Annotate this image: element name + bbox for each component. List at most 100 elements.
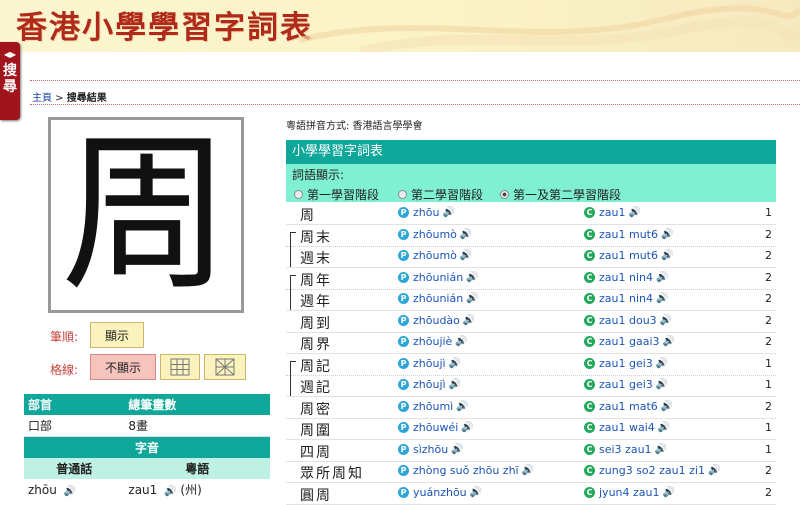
putonghua-reading[interactable]: zhōu 🔊 <box>24 479 124 500</box>
breadcrumb: 主頁 > 搜尋結果 <box>32 89 107 104</box>
pinyin-reading[interactable]: Pzhōujiè 🔊 <box>398 335 468 348</box>
speaker-icon[interactable]: 🔊 <box>663 336 675 347</box>
speaker-icon[interactable]: 🔊 <box>460 229 472 240</box>
word-text: 四周 <box>300 444 332 461</box>
radio-label: 第二學習階段 <box>411 188 484 202</box>
pinyin-reading[interactable]: Pzhōujì 🔊 <box>398 357 461 370</box>
cantonese-badge-icon: C <box>584 207 595 218</box>
jyutping-reading[interactable]: Czau1 nin4 🔊 <box>584 271 668 284</box>
pinyin-reading[interactable]: Pzhòng suǒ zhōu zhī 🔊 <box>398 464 534 477</box>
speaker-icon[interactable]: 🔊 <box>522 465 534 476</box>
pinyin-reading[interactable]: Pzhōumò 🔊 <box>398 249 472 262</box>
putonghua-badge-icon: P <box>398 250 409 261</box>
speaker-icon[interactable]: 🔊 <box>456 401 468 412</box>
word-row: 周界 Pzhōujiè 🔊 Czau1 gaai3 🔊 2 <box>286 332 776 354</box>
speaker-icon[interactable]: 🔊 <box>661 401 673 412</box>
pinyin-reading[interactable]: Psìzhōu 🔊 <box>398 443 464 456</box>
speaker-icon[interactable]: 🔊 <box>466 272 478 283</box>
putonghua-reading-text: zhōu <box>28 482 57 497</box>
putonghua-badge-icon: P <box>398 486 409 498</box>
pinyin-reading[interactable]: Pzhōunián 🔊 <box>398 292 479 305</box>
grid-diagonal-button[interactable] <box>204 354 246 380</box>
pinyin-reading[interactable]: Pzhōumì 🔊 <box>398 400 469 413</box>
pinyin-reading[interactable]: Pzhōuwéi 🔊 <box>398 421 474 434</box>
speaker-icon[interactable]: 🔊 <box>656 272 668 283</box>
jyutping-reading[interactable]: Czau1 mut6 🔊 <box>584 228 673 241</box>
jyutping-reading[interactable]: Czau1 dou3 🔊 <box>584 314 672 327</box>
jyutping-reading[interactable]: Cjyun4 zau1 🔊 <box>584 486 675 499</box>
radical-header: 部首 <box>24 394 125 415</box>
pinyin-reading[interactable]: Pzhōujì 🔊 <box>398 378 461 391</box>
speaker-icon[interactable]: 🔊 <box>629 207 641 218</box>
cantonese-badge-icon: C <box>584 314 595 326</box>
jyutping-reading[interactable]: Czau1 wai4 🔊 <box>584 421 670 434</box>
speaker-icon[interactable]: 🔊 <box>708 465 720 476</box>
speaker-icon[interactable]: 🔊 <box>449 379 461 390</box>
speaker-icon[interactable]: 🔊 <box>655 444 667 455</box>
jyutping-reading[interactable]: Czau1 gaai3 🔊 <box>584 335 675 348</box>
speaker-icon[interactable]: 🔊 <box>164 486 176 497</box>
radio-stage-1[interactable]: 第一學習階段 <box>294 186 379 203</box>
speaker-icon[interactable]: 🔊 <box>658 422 670 433</box>
jyutping-reading[interactable]: Czau1 mut6 🔊 <box>584 249 673 262</box>
speaker-icon[interactable]: 🔊 <box>64 486 76 497</box>
sound-header: 字音 <box>24 436 270 458</box>
pinyin-text: zhōumò <box>413 249 457 262</box>
speaker-icon[interactable]: 🔊 <box>661 250 673 261</box>
radio-stage-2[interactable]: 第二學習階段 <box>398 186 483 203</box>
speaker-icon[interactable]: 🔊 <box>466 293 478 304</box>
speaker-icon[interactable]: 🔊 <box>449 358 461 369</box>
search-side-tab[interactable]: ◀▶ 搜尋 <box>0 42 20 120</box>
pinyin-reading[interactable]: Pyuánzhōu 🔊 <box>398 486 482 499</box>
learning-stage: 2 <box>765 464 772 477</box>
banner-decoration <box>300 5 800 52</box>
speaker-icon[interactable]: 🔊 <box>455 336 467 347</box>
pinyin-reading[interactable]: Pzhōumò 🔊 <box>398 228 472 241</box>
speaker-icon[interactable]: 🔊 <box>663 487 675 498</box>
cantonese-badge-icon: C <box>584 293 595 304</box>
word-text: 周圍 <box>300 423 332 439</box>
jyutping-reading[interactable]: Czung3 so2 zau1 zi1 🔊 <box>584 464 720 477</box>
putonghua-header: 普通話 <box>24 458 125 479</box>
speaker-icon[interactable]: 🔊 <box>656 358 668 369</box>
site-title: 香港小學學習字詞表 <box>16 10 313 46</box>
word-text: 週末 <box>300 251 332 267</box>
show-stroke-order-button[interactable]: 顯示 <box>90 322 144 348</box>
cantonese-reading[interactable]: zau1 🔊 (州) <box>124 479 270 500</box>
jyutping-text: zau1 mat6 <box>599 399 658 413</box>
speaker-icon[interactable]: 🔊 <box>451 444 463 455</box>
speaker-icon[interactable]: 🔊 <box>463 315 475 326</box>
jyutping-text: sei3 zau1 <box>599 442 652 456</box>
pinyin-text: yuánzhōu <box>413 485 467 499</box>
speaker-icon[interactable]: 🔊 <box>661 229 673 240</box>
pinyin-text: zhōujì <box>413 378 446 391</box>
pinyin-reading[interactable]: Pzhōunián 🔊 <box>398 271 479 284</box>
character-display: 周 <box>48 117 244 313</box>
speaker-icon[interactable]: 🔊 <box>461 422 473 433</box>
grid-square-button[interactable] <box>160 354 200 380</box>
jyutping-reading[interactable]: Czau1 gei3 🔊 <box>584 378 668 391</box>
breadcrumb-home-link[interactable]: 主頁 <box>32 93 52 104</box>
jyutping-text: zau1 gei3 <box>599 356 653 370</box>
jyutping-reading[interactable]: Czau1 🔊 <box>584 206 641 219</box>
pinyin-reading[interactable]: Pzhōu 🔊 <box>398 206 455 219</box>
speaker-icon[interactable]: 🔊 <box>656 379 668 390</box>
speaker-icon[interactable]: 🔊 <box>656 293 668 304</box>
pinyin-text: zhōunián <box>413 292 464 305</box>
hide-grid-button[interactable]: 不顯示 <box>90 354 156 380</box>
speaker-icon[interactable]: 🔊 <box>460 250 472 261</box>
speaker-icon[interactable]: 🔊 <box>442 207 454 218</box>
jyutping-text: zau1 wai4 <box>599 421 655 434</box>
radio-stage-both[interactable]: 第一及第二學習階段 <box>500 186 621 203</box>
jyutping-reading[interactable]: Czau1 mat6 🔊 <box>584 400 673 413</box>
cantonese-badge-icon: C <box>584 250 595 261</box>
pinyin-text: zhōuwéi <box>413 421 459 434</box>
pinyin-reading[interactable]: Pzhōudào 🔊 <box>398 314 475 327</box>
speaker-icon[interactable]: 🔊 <box>660 315 672 326</box>
jyutping-reading[interactable]: Czau1 nin4 🔊 <box>584 292 668 305</box>
pinyin-text: zhōu <box>413 206 440 219</box>
radio-button-selected-icon <box>500 190 509 199</box>
jyutping-reading[interactable]: Czau1 gei3 🔊 <box>584 357 668 370</box>
jyutping-reading[interactable]: Csei3 zau1 🔊 <box>584 443 667 456</box>
speaker-icon[interactable]: 🔊 <box>470 487 482 498</box>
